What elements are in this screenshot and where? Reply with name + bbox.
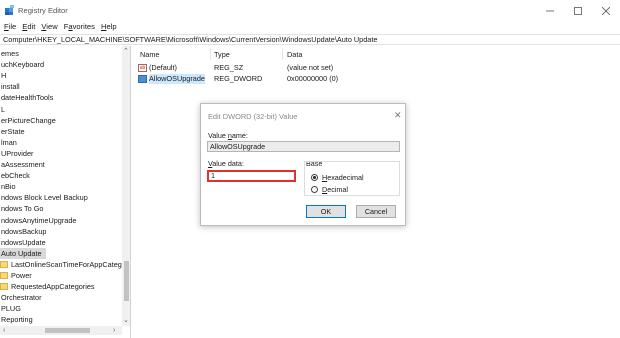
menu-view[interactable]: View — [41, 22, 57, 33]
menu-file-label: ile — [8, 22, 17, 31]
decimal-label: Decimal — [322, 185, 348, 194]
tree-item-label: L — [1, 104, 6, 114]
menu-help[interactable]: Help — [101, 22, 117, 33]
tree-item[interactable]: Auto Update — [0, 247, 46, 259]
menu-file[interactable]: File — [4, 22, 16, 33]
maximize-button[interactable] — [565, 4, 591, 18]
tree-vertical-scroll-thumb[interactable] — [124, 261, 129, 301]
value-name: AllowOSUpgrade — [149, 74, 205, 84]
tree-item-label: ebCheck — [1, 171, 30, 181]
tree-item-label: ndows Block Level Backup — [1, 193, 88, 203]
maximize-icon — [574, 7, 582, 15]
value-name-label-post: ame: — [231, 131, 248, 140]
tree-item-label: Orchestrator — [1, 293, 42, 303]
menu-bar: File Edit View Favorites Help — [0, 22, 620, 33]
tree-item-label: ndowsBackup — [1, 226, 47, 236]
edit-dword-dialog: Edit DWORD (32-bit) Value ✕ Value name: … — [200, 103, 406, 226]
tree-item-label: Auto Update — [1, 248, 42, 258]
value-name-field[interactable]: AllowOSUpgrade — [207, 141, 400, 152]
value-name-label-pre: Value — [208, 131, 228, 140]
minimize-button[interactable] — [537, 4, 563, 18]
minimize-icon — [546, 10, 554, 12]
tree-item-label: ndows To Go — [1, 204, 44, 214]
hexadecimal-label: Hexadecimal — [322, 173, 364, 182]
folder-icon — [0, 283, 8, 291]
tree-item-label: aAssessment — [1, 160, 45, 169]
column-divider[interactable] — [282, 48, 283, 60]
registry-tree: ⌃ ⌄ ‹ › emes uchKeyboard Hinstall dateHealt… — [0, 46, 131, 338]
hexadecimal-label-rest: exadecimal — [327, 172, 364, 182]
tree-item-label: LastOnlineScanTimeForAppCateg — [11, 259, 122, 269]
address-bar[interactable]: Computer\HKEY_LOCAL_MACHINE\SOFTWARE\Mic… — [0, 34, 620, 45]
hexadecimal-radio[interactable] — [311, 173, 318, 181]
tree-item-label: install — [1, 82, 20, 92]
tree-item-label: lman — [1, 137, 17, 147]
scroll-left-icon[interactable]: ‹ — [3, 326, 5, 335]
menu-view-label: iew — [46, 22, 58, 31]
folder-icon — [0, 272, 8, 279]
value-data-label-rest: alue data: — [212, 159, 244, 168]
string-value-icon: ab — [138, 64, 147, 72]
close-window-button[interactable] — [593, 4, 619, 18]
menu-favorites[interactable]: Favorites — [64, 22, 95, 33]
tree-item-label: Power — [11, 271, 32, 280]
tree-item-label: PLUG — [1, 304, 21, 314]
tree-item-label: erState — [1, 126, 25, 136]
menu-edit[interactable]: Edit — [22, 22, 35, 33]
value-type: REG_DWORD — [214, 74, 263, 83]
close-icon — [602, 7, 610, 15]
list-row-default[interactable]: ab (Default) REG_SZ (value not set) — [138, 63, 388, 73]
column-header-type[interactable]: Type — [214, 49, 230, 60]
decimal-option[interactable]: Decimal — [311, 184, 348, 194]
menu-edit-label: dit — [27, 22, 36, 31]
dword-value-icon — [138, 75, 147, 83]
title-bar: Registry Editor — [0, 0, 620, 22]
column-header-name[interactable]: Name — [140, 49, 159, 60]
column-header-data[interactable]: Data — [287, 49, 302, 60]
decimal-label-rest: ecimal — [327, 184, 348, 194]
tree-item-label: dateHealthTools — [1, 93, 54, 103]
tree-horizontal-scrollbar[interactable]: ‹ › — [0, 326, 122, 335]
hexadecimal-option[interactable]: Hexadecimal — [311, 172, 364, 182]
menu-favorites-label: vorites — [72, 22, 95, 31]
dialog-close-icon[interactable]: ✕ — [394, 110, 402, 121]
registry-editor-icon — [5, 5, 14, 15]
value-name-label: Value name: — [208, 131, 248, 140]
value-name: (Default) — [149, 63, 177, 72]
value-data-label: Value data: — [208, 159, 244, 168]
tree-item-label: nBio — [1, 182, 16, 192]
decimal-radio[interactable] — [311, 185, 318, 193]
tree-item-label: uchKeyboard — [1, 60, 45, 70]
value-type: REG_SZ — [214, 63, 244, 72]
scroll-down-icon[interactable]: ⌄ — [123, 316, 129, 324]
value-data: 0x00000000 (0) — [287, 74, 339, 83]
tree-item-label: ndowsAnytimeUpgrade — [1, 215, 77, 225]
menu-help-label: elp — [106, 22, 117, 31]
tree-item-label: emes — [1, 49, 19, 58]
tree-item-label: H — [1, 71, 7, 81]
address-path: Computer\HKEY_LOCAL_MACHINE\SOFTWARE\Mic… — [3, 35, 378, 44]
tree-item-label: erPictureChange — [1, 115, 56, 125]
tree-vertical-scrollbar[interactable]: ⌃ ⌄ — [122, 46, 130, 326]
ok-button[interactable]: OK — [306, 205, 346, 218]
column-divider[interactable] — [210, 48, 211, 60]
tree-item-label: ndowsUpdate — [1, 237, 46, 247]
tree-item-label: Reporting — [1, 315, 33, 325]
folder-icon — [0, 260, 8, 268]
list-row-allowosupgrade[interactable]: AllowOSUpgrade REG_DWORD 0x00000000 (0) — [138, 74, 388, 84]
scroll-right-icon[interactable]: › — [113, 326, 115, 335]
window-title: Registry Editor — [18, 6, 68, 15]
tree-horizontal-scroll-thumb[interactable] — [45, 328, 90, 333]
base-group: Hexadecimal Decimal — [304, 161, 400, 196]
value-data-input[interactable]: 1 — [207, 170, 296, 182]
cancel-button[interactable]: Cancel — [356, 205, 396, 218]
scroll-up-icon[interactable]: ⌃ — [123, 47, 129, 55]
tree-item-label: RequestedAppCategories — [11, 282, 95, 292]
dialog-title: Edit DWORD (32-bit) Value — [208, 112, 298, 121]
value-data: (value not set) — [287, 63, 334, 72]
tree-item-label: UProvider — [1, 148, 34, 158]
